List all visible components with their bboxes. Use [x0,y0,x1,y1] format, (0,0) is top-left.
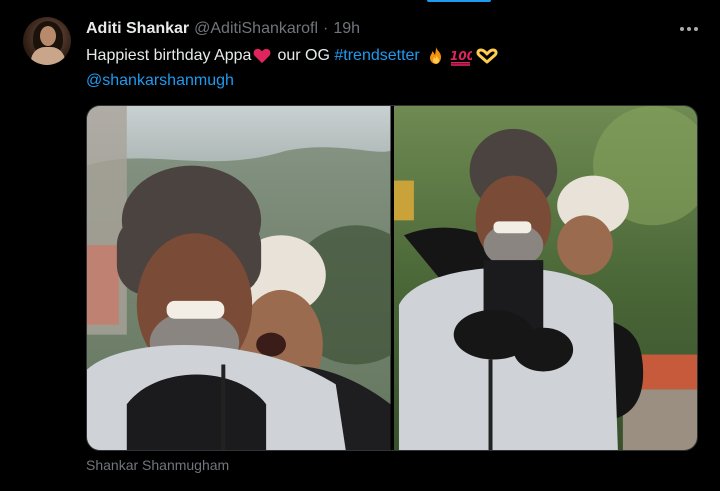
separator: · [323,20,329,37]
mention-link[interactable]: @shankarshanmugh [86,68,234,93]
timestamp[interactable]: 19h [333,19,360,39]
media-caption[interactable]: Shankar Shanmugham [86,457,229,473]
tab-indicator [427,0,491,2]
media-grid [86,105,698,451]
hashtag-link[interactable]: #trendsetter [334,43,419,68]
photo-left-image [87,106,391,450]
tweet[interactable]: Aditi Shankar @AditiShankarofl · 19h Hap… [0,0,720,491]
text-part-1: Happiest birthday Appa [86,47,252,64]
display-name[interactable]: Aditi Shankar [86,19,189,39]
more-options-button[interactable] [677,18,701,40]
tweet-text-line-2: @shankarshanmugh [86,68,686,93]
tweet-header: Aditi Shankar @AditiShankarofl · 19h [86,19,360,39]
heart-hands-icon [476,48,498,63]
avatar[interactable] [23,17,71,65]
photo-right[interactable] [393,106,697,450]
fire-icon [429,46,441,64]
heart-icon [254,48,271,63]
tweet-text-line-1: Happiest birthday Appa our OG #trendsett… [86,43,686,68]
avatar-face [40,26,56,46]
text-part-2: our OG [277,47,330,64]
photo-right-image [393,106,697,450]
more-dot-icon [680,27,684,31]
photo-left[interactable] [87,106,391,450]
svg-text:100: 100 [450,49,472,63]
more-dot-icon [694,27,698,31]
hundred-points-icon: 100 [450,49,472,66]
tweet-text: Happiest birthday Appa our OG #trendsett… [86,43,686,93]
user-handle[interactable]: @AditiShankarofl [194,19,318,39]
avatar-body [31,47,65,65]
more-dot-icon [687,27,691,31]
